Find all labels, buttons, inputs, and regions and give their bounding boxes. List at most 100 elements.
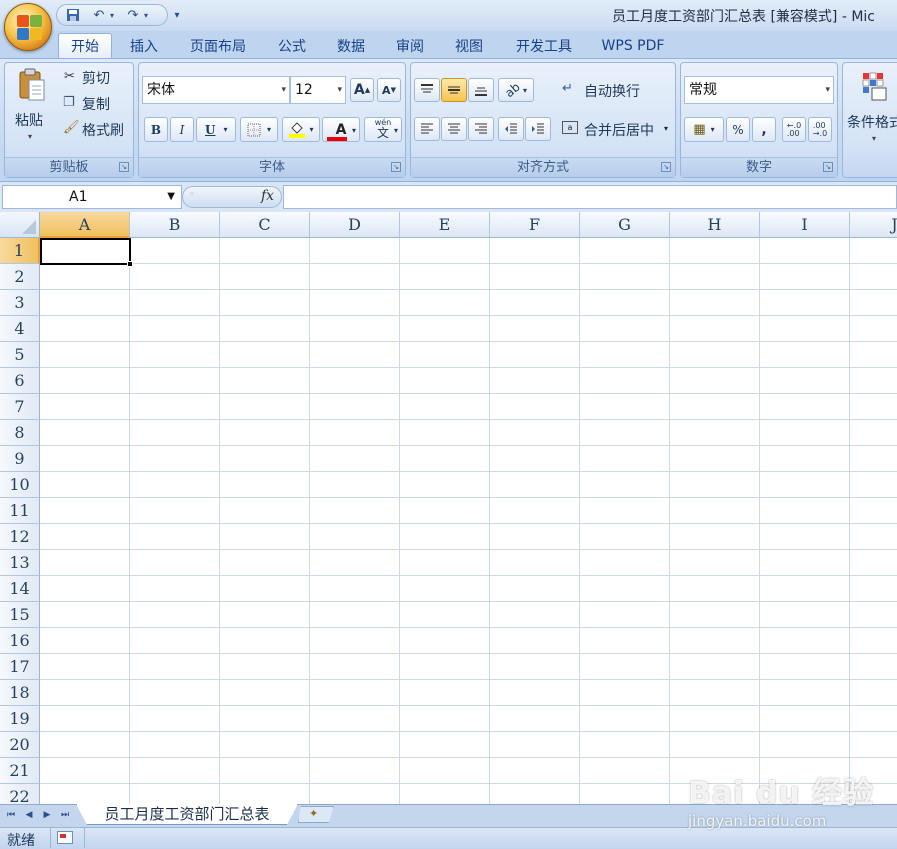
row-header-7[interactable]: 7: [0, 394, 40, 420]
paste-button[interactable]: 粘贴 ▾: [10, 66, 54, 146]
row-header-19[interactable]: 19: [0, 706, 40, 732]
tab-page-layout[interactable]: 页面布局: [180, 33, 256, 58]
insert-function-button[interactable]: fx: [261, 188, 274, 204]
column-header-g[interactable]: G: [580, 212, 670, 238]
row-header-8[interactable]: 8: [0, 420, 40, 446]
tab-home[interactable]: 开始: [58, 33, 112, 58]
row-header-20[interactable]: 20: [0, 732, 40, 758]
row-header-9[interactable]: 9: [0, 446, 40, 472]
fill-color-button[interactable]: ▾: [282, 117, 320, 142]
merge-center-button[interactable]: a 合并后居中 ▾: [560, 118, 674, 142]
tab-wps-pdf[interactable]: WPS PDF: [592, 33, 674, 58]
align-top-button[interactable]: [414, 78, 440, 102]
dialog-launcher-icon[interactable]: ↘: [823, 162, 833, 172]
column-header-h[interactable]: H: [670, 212, 760, 238]
tab-view[interactable]: 视图: [444, 33, 494, 58]
cell-area[interactable]: [40, 238, 897, 804]
customize-qat-icon[interactable]: ▾: [170, 6, 184, 24]
font-size-combo[interactable]: 12 ▾: [290, 76, 346, 104]
row-header-2[interactable]: 2: [0, 264, 40, 290]
fill-handle[interactable]: [127, 261, 133, 267]
italic-button[interactable]: I: [170, 117, 194, 142]
shrink-font-button[interactable]: A ▼: [377, 78, 401, 102]
insert-sheet-button[interactable]: ✦: [298, 806, 334, 823]
last-sheet-icon[interactable]: ⏭: [58, 806, 72, 824]
font-color-button[interactable]: A ▾: [322, 117, 360, 142]
format-painter-button[interactable]: 🖌 格式刷: [60, 119, 134, 141]
row-header-5[interactable]: 5: [0, 342, 40, 368]
row-header-18[interactable]: 18: [0, 680, 40, 706]
column-header-a[interactable]: A: [40, 212, 130, 238]
borders-button[interactable]: ▾: [240, 117, 278, 142]
row-header-22[interactable]: 22: [0, 784, 40, 804]
underline-button[interactable]: U ▾: [196, 117, 236, 142]
decrease-indent-button[interactable]: [498, 117, 524, 141]
formula-input[interactable]: [283, 185, 897, 209]
conditional-format-button[interactable]: 条件格式 ▾: [844, 70, 897, 150]
row-header-14[interactable]: 14: [0, 576, 40, 602]
row-header-15[interactable]: 15: [0, 602, 40, 628]
column-header-d[interactable]: D: [310, 212, 400, 238]
format-painter-label: 格式刷: [82, 123, 124, 139]
column-header-e[interactable]: E: [400, 212, 490, 238]
dialog-launcher-icon[interactable]: ↘: [119, 162, 129, 172]
decrease-decimal-button[interactable]: .00 →.0: [808, 117, 832, 142]
grow-font-button[interactable]: A ▲: [350, 78, 374, 102]
select-all-corner[interactable]: [0, 212, 40, 238]
copy-button[interactable]: ❐ 复制: [60, 93, 132, 115]
row-header-6[interactable]: 6: [0, 368, 40, 394]
row-header-1[interactable]: 1: [0, 238, 40, 264]
row-header-21[interactable]: 21: [0, 758, 40, 784]
cut-button[interactable]: ✂ 剪切: [60, 67, 132, 89]
tab-data[interactable]: 数据: [326, 33, 376, 58]
column-header-j[interactable]: J: [850, 212, 897, 238]
sheet-tab[interactable]: 员工月度工资部门汇总表: [76, 804, 298, 825]
row-header-12[interactable]: 12: [0, 524, 40, 550]
dialog-launcher-icon[interactable]: ↘: [391, 162, 401, 172]
row-header-4[interactable]: 4: [0, 316, 40, 342]
align-right-button[interactable]: [468, 117, 494, 141]
redo-dropdown-icon[interactable]: ▾: [140, 6, 152, 24]
orientation-button[interactable]: ab ▾: [498, 78, 534, 102]
tab-review[interactable]: 审阅: [386, 33, 434, 58]
align-middle-button[interactable]: [441, 78, 467, 102]
column-header-b[interactable]: B: [130, 212, 220, 238]
row-header-16[interactable]: 16: [0, 628, 40, 654]
undo-dropdown-icon[interactable]: ▾: [106, 6, 118, 24]
office-button[interactable]: [4, 3, 52, 51]
row-header-13[interactable]: 13: [0, 550, 40, 576]
tab-developer[interactable]: 开发工具: [504, 33, 584, 58]
bold-button[interactable]: B: [144, 117, 168, 142]
column-header-i[interactable]: I: [760, 212, 850, 238]
column-header-f[interactable]: F: [490, 212, 580, 238]
column-header-c[interactable]: C: [220, 212, 310, 238]
number-format-combo[interactable]: 常规 ▾: [684, 76, 834, 104]
increase-indent-button[interactable]: [525, 117, 551, 141]
save-icon[interactable]: [62, 6, 84, 24]
row-header-10[interactable]: 10: [0, 472, 40, 498]
percent-button[interactable]: %: [726, 117, 750, 142]
align-center-button[interactable]: [441, 117, 467, 141]
prev-sheet-icon[interactable]: ◀: [22, 806, 36, 824]
font-group-label: 字体: [139, 157, 405, 177]
tab-formulas[interactable]: 公式: [268, 33, 316, 58]
first-sheet-icon[interactable]: ⏮: [4, 806, 18, 824]
dialog-launcher-icon[interactable]: ↘: [661, 162, 671, 172]
row-header-3[interactable]: 3: [0, 290, 40, 316]
comma-style-button[interactable]: ,: [752, 117, 776, 142]
phonetic-button[interactable]: wén 文 ▾: [364, 117, 402, 142]
active-cell[interactable]: [40, 238, 131, 265]
row-header-11[interactable]: 11: [0, 498, 40, 524]
align-bottom-button[interactable]: [468, 78, 494, 102]
tab-insert[interactable]: 插入: [118, 33, 170, 58]
increase-decimal-button[interactable]: ←.0.00: [782, 117, 806, 142]
next-sheet-icon[interactable]: ▶: [40, 806, 54, 824]
currency-button[interactable]: ▦ ▾: [684, 117, 724, 142]
worksheet-grid[interactable]: ABCDEFGHIJ 1 2 3 4 5 6 7 8 9 10 11 12 13 14 15 16 17 18 19…: [0, 212, 897, 804]
macro-record-icon[interactable]: [57, 831, 73, 844]
wrap-text-button[interactable]: ↵ 自动换行: [560, 79, 670, 103]
row-header-17[interactable]: 17: [0, 654, 40, 680]
align-left-button[interactable]: [414, 117, 440, 141]
name-box[interactable]: A1 ▼: [2, 185, 182, 209]
font-name-combo[interactable]: 宋体 ▾: [142, 76, 290, 104]
